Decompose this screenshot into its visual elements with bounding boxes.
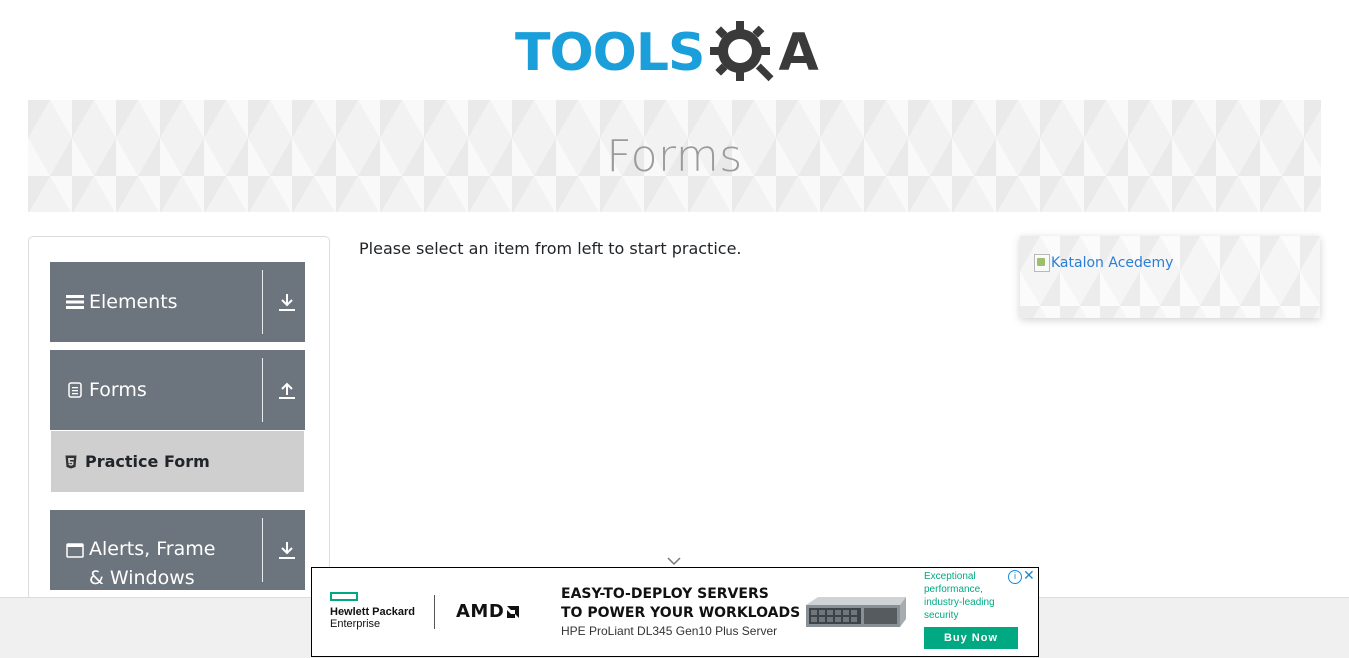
sidebar-group-elements[interactable]: Elements bbox=[50, 262, 305, 342]
ad-headline: EASY-TO-DEPLOY SERVERS TO POWER YOUR WOR… bbox=[561, 585, 800, 623]
katalon-ad-link[interactable]: Katalon Acedemy bbox=[1034, 254, 1173, 272]
divider bbox=[262, 270, 263, 334]
sidebar-item-practice-form[interactable]: Practice Form bbox=[51, 431, 304, 492]
hpe-brand-line2: Enterprise bbox=[330, 618, 381, 630]
divider bbox=[262, 518, 263, 582]
sidebar: Elements Forms Practice Form Alerts, Fra… bbox=[28, 236, 330, 618]
ad-headline-line2: TO POWER YOUR WORKLOADS bbox=[561, 605, 801, 621]
bottom-ad-banner[interactable]: Hewlett Packard Enterprise AMD EASY-TO-D… bbox=[311, 567, 1039, 657]
katalon-ad-card[interactable]: Katalon Acedemy bbox=[1020, 236, 1320, 318]
buy-now-button[interactable]: Buy Now bbox=[924, 627, 1018, 649]
html5-icon bbox=[65, 455, 77, 469]
hpe-logo-mark bbox=[330, 592, 358, 601]
server-image bbox=[806, 597, 906, 627]
page-title: Forms bbox=[606, 130, 743, 182]
sidebar-group-label: Elements bbox=[89, 290, 178, 313]
sidebar-group-label: Alerts, Frame & Windows bbox=[89, 538, 216, 589]
logo-tools-text: TOOLS bbox=[515, 22, 705, 83]
katalon-alt-text: Katalon Acedemy bbox=[1051, 255, 1174, 271]
ad-info-icon[interactable]: i bbox=[1008, 570, 1022, 584]
ad-headline-line1: EASY-TO-DEPLOY SERVERS bbox=[561, 586, 769, 602]
upload-arrow-icon[interactable] bbox=[277, 378, 297, 402]
download-arrow-icon[interactable] bbox=[277, 290, 297, 314]
divider bbox=[434, 595, 435, 629]
sidebar-group-label: Forms bbox=[89, 378, 147, 401]
menu-icon bbox=[66, 294, 84, 310]
amd-text: AMD bbox=[456, 601, 505, 622]
gear-magnifier-icon bbox=[708, 17, 780, 89]
ad-subline: HPE ProLiant DL345 Gen10 Plus Server bbox=[561, 624, 778, 638]
logo-a-text: A bbox=[778, 22, 819, 83]
window-icon bbox=[66, 543, 84, 558]
ad-blurb: Exceptional performance, industry-leadin… bbox=[924, 571, 995, 621]
download-arrow-icon[interactable] bbox=[277, 538, 297, 562]
document-icon bbox=[66, 382, 84, 398]
hpe-brand-line1: Hewlett Packard bbox=[330, 606, 415, 618]
hpe-logo: Hewlett Packard Enterprise bbox=[330, 592, 415, 630]
amd-arrow-icon bbox=[507, 605, 520, 618]
page-banner: Forms bbox=[28, 100, 1321, 212]
amd-logo: AMD bbox=[456, 601, 520, 622]
sidebar-item-label: Practice Form bbox=[85, 452, 210, 471]
instruction-text: Please select an item from left to start… bbox=[359, 239, 742, 258]
sidebar-group-alerts-frame-windows[interactable]: Alerts, Frame & Windows bbox=[50, 510, 305, 590]
ad-close-icon[interactable]: ✕ bbox=[1023, 568, 1035, 584]
broken-image-icon bbox=[1034, 254, 1050, 272]
divider bbox=[262, 358, 263, 422]
sidebar-group-forms[interactable]: Forms bbox=[50, 350, 305, 430]
toolsqa-logo[interactable]: TOOLS A bbox=[515, 15, 840, 90]
